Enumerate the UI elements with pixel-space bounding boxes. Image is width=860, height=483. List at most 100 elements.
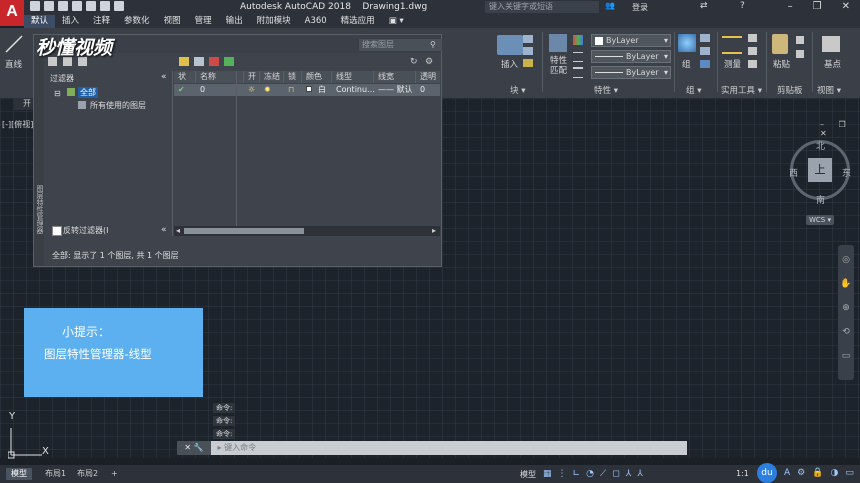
new-vp-frozen-layer-icon[interactable] bbox=[194, 57, 204, 66]
zoom-icon[interactable]: ⊕ bbox=[838, 303, 854, 319]
tab-annotate[interactable]: 注释 bbox=[86, 15, 117, 28]
autoscale-icon[interactable]: ⅄ bbox=[637, 469, 643, 479]
create-block-icon[interactable] bbox=[523, 35, 533, 43]
login-button[interactable]: 登录 bbox=[632, 2, 648, 13]
collapse-filters-button[interactable]: « bbox=[161, 72, 167, 82]
open-file-icon[interactable] bbox=[44, 1, 54, 11]
annotation-visibility-icon[interactable]: ⅄ bbox=[626, 469, 632, 479]
showmotion-icon[interactable]: ▭ bbox=[838, 351, 854, 367]
filter-all[interactable]: 全部 bbox=[78, 87, 98, 98]
column-linetype[interactable]: 线型 bbox=[332, 71, 374, 83]
block-panel-title[interactable]: 块 ▾ bbox=[510, 84, 525, 96]
autocad-logo[interactable]: A bbox=[0, 0, 24, 26]
command-input[interactable]: 键入命令 bbox=[224, 443, 256, 452]
viewcube-top-face[interactable]: 上 bbox=[808, 158, 832, 182]
undo-icon[interactable] bbox=[100, 1, 110, 11]
cut-icon[interactable] bbox=[796, 36, 804, 44]
edit-block-icon[interactable] bbox=[523, 47, 533, 55]
column-status[interactable]: 状 bbox=[174, 71, 196, 83]
help-icon[interactable]: ? bbox=[740, 1, 745, 11]
column-color[interactable]: 颜色 bbox=[302, 71, 332, 83]
clean-screen-icon[interactable]: ▭ bbox=[845, 468, 854, 478]
ungroup-icon[interactable] bbox=[700, 34, 710, 42]
collapse-filters-bottom-button[interactable]: « bbox=[161, 225, 167, 235]
tab-featured-apps[interactable]: 精选应用 bbox=[334, 15, 382, 28]
viewcube-east[interactable]: 东 bbox=[842, 166, 851, 179]
group-panel-title[interactable]: 组 ▾ bbox=[686, 84, 701, 96]
tab-model[interactable]: 模型 bbox=[6, 468, 32, 480]
clipboard-panel-title[interactable]: 剪贴板 bbox=[777, 84, 803, 96]
color-select[interactable]: ByLayer ▾ bbox=[591, 34, 671, 47]
lineweight-select[interactable]: ByLayer ▾ bbox=[591, 66, 671, 79]
group-selection-icon[interactable] bbox=[700, 60, 710, 68]
calculator-icon[interactable] bbox=[748, 60, 757, 68]
osnap-icon[interactable]: ◻ bbox=[612, 469, 619, 479]
layer-linetype-cell[interactable]: Continu... bbox=[332, 84, 375, 96]
sun-icon[interactable]: ✹ bbox=[260, 84, 284, 96]
new-layer-icon[interactable] bbox=[179, 57, 189, 66]
model-space-button[interactable]: 模型 bbox=[520, 469, 536, 480]
quick-select-icon[interactable] bbox=[748, 34, 757, 42]
steering-wheel-icon[interactable]: ◎ bbox=[838, 255, 854, 271]
workspace-icon[interactable]: ⚙ bbox=[797, 468, 805, 478]
refresh-icon[interactable]: ↻ bbox=[410, 57, 418, 67]
isolate-icon[interactable]: ◑ bbox=[830, 468, 838, 478]
lock-ui-icon[interactable]: 🔒 bbox=[812, 468, 823, 478]
search-icon[interactable]: ⚲ bbox=[430, 40, 436, 49]
viewcube-south[interactable]: 南 bbox=[816, 193, 825, 206]
pan-icon[interactable]: ✋ bbox=[838, 279, 854, 295]
bulb-icon[interactable]: ☼ bbox=[244, 84, 260, 96]
viewcube-north[interactable]: 北 bbox=[816, 139, 825, 152]
edit-attributes-icon[interactable] bbox=[523, 59, 533, 67]
new-file-icon[interactable] bbox=[30, 1, 40, 11]
layer-transparency-cell[interactable]: 0 bbox=[416, 84, 440, 96]
polar-icon[interactable]: ◔ bbox=[586, 469, 594, 479]
tab-layout1[interactable]: 布局1 bbox=[40, 468, 71, 480]
properties-panel-title[interactable]: 特性 ▾ bbox=[594, 84, 618, 96]
line-tool-icon[interactable] bbox=[4, 32, 24, 54]
measure-icon[interactable] bbox=[722, 36, 742, 54]
tab-addins[interactable]: 附加模块 bbox=[250, 15, 298, 28]
column-freeze[interactable]: 冻结 bbox=[260, 71, 284, 83]
minimize-button[interactable]: – bbox=[788, 1, 793, 12]
customize-command-icon[interactable]: 🔧 bbox=[194, 443, 204, 452]
orbit-icon[interactable]: ⟲ bbox=[838, 327, 854, 343]
delete-layer-icon[interactable] bbox=[209, 57, 219, 66]
close-command-icon[interactable]: ✕ bbox=[184, 443, 191, 452]
unlock-icon[interactable]: ⊓ bbox=[284, 84, 302, 96]
font-icon[interactable]: A bbox=[784, 468, 790, 478]
tab-manage[interactable]: 管理 bbox=[188, 15, 219, 28]
table-row[interactable]: ✔ 0 ☼ ✹ ⊓ 白 Continu... —— 默认 0 bbox=[174, 84, 440, 96]
invert-filter-checkbox[interactable] bbox=[52, 226, 62, 236]
settings-icon[interactable]: ⚙ bbox=[425, 57, 433, 67]
group-icon[interactable] bbox=[678, 34, 696, 52]
wcs-menu[interactable]: WCS ▾ bbox=[806, 215, 834, 225]
exchange-icon[interactable]: ⇄ bbox=[700, 1, 708, 11]
tab-default[interactable]: 默认 bbox=[24, 15, 56, 28]
scroll-right-arrow[interactable]: ▸ bbox=[432, 226, 436, 235]
pane-divider[interactable] bbox=[172, 71, 173, 236]
user-icon[interactable]: 👥 bbox=[605, 1, 615, 10]
linetype-select[interactable]: ByLayer ▾ bbox=[591, 50, 671, 63]
redo-icon[interactable] bbox=[114, 1, 124, 11]
help-search-input[interactable]: 键入关键字或短语 bbox=[485, 1, 599, 13]
column-on[interactable]: 开 bbox=[244, 71, 260, 83]
set-current-icon[interactable] bbox=[224, 57, 234, 66]
insert-block-icon[interactable] bbox=[497, 35, 523, 55]
copy-icon[interactable] bbox=[796, 50, 804, 58]
snap-icon[interactable]: ⋮ bbox=[558, 469, 567, 479]
add-layout-button[interactable]: + bbox=[106, 468, 123, 480]
viewcube-west[interactable]: 西 bbox=[789, 166, 798, 179]
save-as-icon[interactable] bbox=[72, 1, 82, 11]
layer-color-cell[interactable]: 白 bbox=[302, 84, 332, 96]
utilities-panel-title[interactable]: 实用工具 ▾ bbox=[721, 84, 762, 96]
filter-used-layers[interactable]: 所有使用的图层 bbox=[90, 100, 146, 111]
color-wheel-icon[interactable] bbox=[573, 35, 583, 45]
isodraft-icon[interactable]: ⟋ bbox=[600, 469, 606, 479]
view-panel-title[interactable]: 视图 ▾ bbox=[817, 84, 841, 96]
restore-button[interactable]: ❐ bbox=[813, 1, 822, 12]
tree-toggle[interactable]: ⊟ bbox=[54, 89, 61, 98]
tab-insert[interactable]: 插入 bbox=[55, 15, 86, 28]
column-lock[interactable]: 锁 bbox=[284, 71, 302, 83]
tab-view[interactable]: 视图 bbox=[157, 15, 188, 28]
